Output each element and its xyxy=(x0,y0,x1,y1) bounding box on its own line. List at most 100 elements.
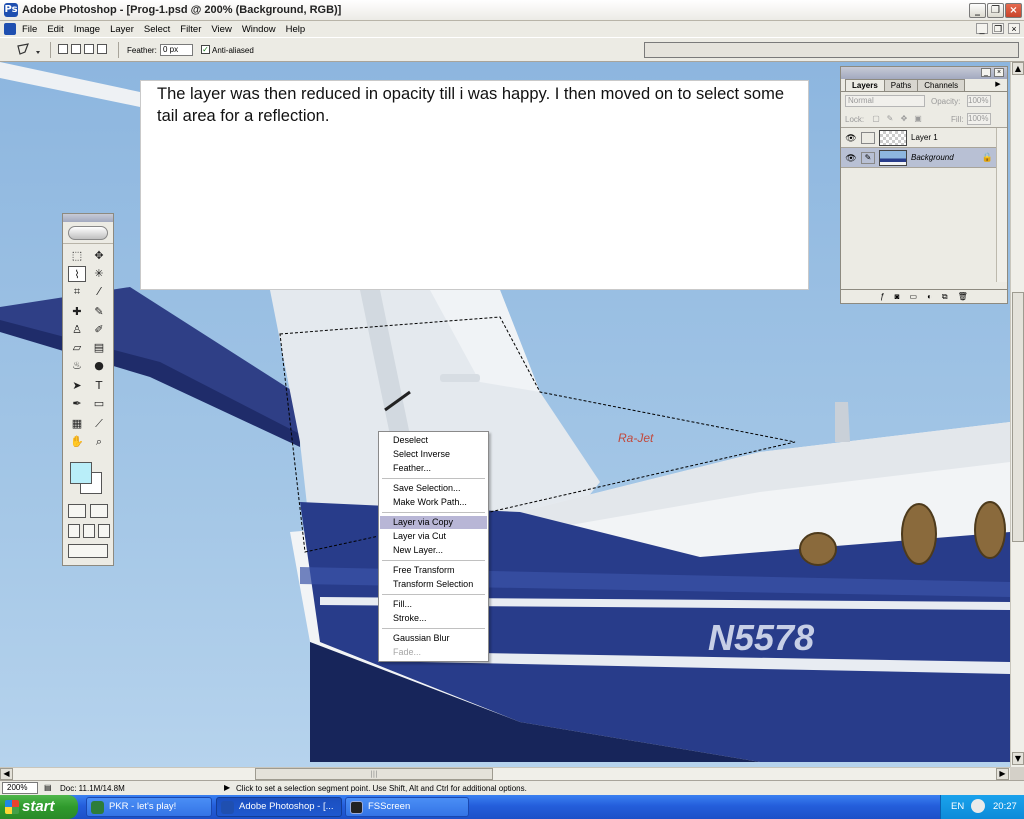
anti-aliased-checkbox[interactable]: ✓ xyxy=(201,45,210,54)
eraser-tool-icon[interactable]: ▱ xyxy=(68,340,86,356)
menu-item-feather[interactable]: Feather... xyxy=(380,462,487,475)
blur-tool-icon[interactable]: ♨ xyxy=(68,358,86,374)
crop-tool-icon[interactable]: ⌗ xyxy=(68,284,86,300)
layer-style-icon[interactable]: ƒ xyxy=(880,290,884,303)
lock-image-icon[interactable]: ✎ xyxy=(885,114,895,124)
intersect-selection-icon[interactable] xyxy=(97,44,107,54)
add-selection-icon[interactable] xyxy=(71,44,81,54)
jump-to-imageready-icon[interactable] xyxy=(68,544,108,558)
full-screen-menu-mode-icon[interactable] xyxy=(83,524,95,538)
zoom-level-input[interactable]: 200% xyxy=(2,782,38,794)
menu-item-gaussian-blur[interactable]: Gaussian Blur xyxy=(380,632,487,645)
close-icon[interactable]: × xyxy=(1005,3,1022,18)
add-mask-icon[interactable]: ◙ xyxy=(895,290,900,303)
palette-menu-arrow-icon[interactable]: ▶ xyxy=(993,80,1003,90)
menu-layer[interactable]: Layer xyxy=(110,24,134,35)
start-button[interactable]: start xyxy=(0,795,78,819)
document-info-icon[interactable]: ▤ xyxy=(44,782,54,793)
menu-item-transform-selection[interactable]: Transform Selection xyxy=(380,578,487,591)
palette-minimize-icon[interactable]: _ xyxy=(981,68,991,77)
menu-item-select-inverse[interactable]: Select Inverse xyxy=(380,448,487,461)
trash-icon[interactable]: 🗑 xyxy=(958,290,968,303)
palette-well[interactable] xyxy=(644,42,1019,58)
clone-stamp-tool-icon[interactable]: ♙ xyxy=(68,322,86,338)
menu-help[interactable]: Help xyxy=(286,24,306,35)
horizontal-scroll-thumb[interactable]: ||| xyxy=(255,768,493,780)
layers-palette-titlebar[interactable]: _ × xyxy=(841,67,1007,79)
menu-item-free-transform[interactable]: Free Transform xyxy=(380,564,487,577)
taskbar-item-photoshop[interactable]: Adobe Photoshop - [... xyxy=(216,797,342,817)
slice-tool-icon[interactable]: ⁄ xyxy=(90,284,108,300)
new-set-icon[interactable]: ▭ xyxy=(910,290,918,303)
language-indicator[interactable]: EN xyxy=(951,801,964,812)
history-brush-tool-icon[interactable]: ✐ xyxy=(90,322,108,338)
scroll-down-icon[interactable]: ▼ xyxy=(1012,752,1024,765)
minimize-icon[interactable]: _ xyxy=(969,3,986,18)
scroll-up-icon[interactable]: ▲ xyxy=(1012,62,1024,75)
full-screen-mode-icon[interactable] xyxy=(98,524,110,538)
gradient-tool-icon[interactable]: ▤ xyxy=(90,340,108,356)
new-layer-icon[interactable]: ⧉ xyxy=(942,290,948,303)
menu-select[interactable]: Select xyxy=(144,24,170,35)
healing-brush-tool-icon[interactable]: ✚ xyxy=(68,304,86,320)
magic-wand-tool-icon[interactable]: ✳ xyxy=(90,266,108,282)
tab-channels[interactable]: Channels xyxy=(917,79,966,91)
opacity-input[interactable]: 100% xyxy=(967,95,991,107)
polygonal-lasso-preset-icon[interactable] xyxy=(14,42,42,58)
menu-edit[interactable]: Edit xyxy=(47,24,63,35)
vertical-scrollbar[interactable]: ▲ ▼ xyxy=(1010,62,1024,767)
adjustment-layer-icon[interactable]: ◐ xyxy=(927,290,932,303)
paintbrush-icon[interactable]: ✎ xyxy=(861,152,875,164)
taskbar-item-pkr[interactable]: PKR - let's play! xyxy=(86,797,212,817)
notes-tool-icon[interactable]: ▦ xyxy=(68,416,86,432)
status-menu-arrow-icon[interactable]: ▶ xyxy=(224,783,230,792)
fill-input[interactable]: 100% xyxy=(967,113,991,125)
menu-view[interactable]: View xyxy=(211,24,231,35)
vertical-scroll-thumb[interactable] xyxy=(1012,292,1024,542)
doc-minimize-icon[interactable]: _ xyxy=(976,23,988,34)
hand-tool-icon[interactable]: ✋ xyxy=(68,434,86,450)
marquee-tool-icon[interactable]: ⬚ xyxy=(68,248,86,264)
menu-item-save-selection[interactable]: Save Selection... xyxy=(380,482,487,495)
doc-close-icon[interactable]: × xyxy=(1008,23,1020,34)
menu-item-stroke[interactable]: Stroke... xyxy=(380,612,487,625)
maximize-icon[interactable]: ❐ xyxy=(987,3,1004,18)
foreground-color-swatch[interactable] xyxy=(70,462,92,484)
menu-item-new-layer[interactable]: New Layer... xyxy=(380,544,487,557)
menu-window[interactable]: Window xyxy=(242,24,276,35)
blend-mode-select[interactable]: Normal xyxy=(845,95,925,107)
menu-item-layer-via-copy[interactable]: Layer via Copy xyxy=(380,516,487,529)
layers-scrollbar[interactable] xyxy=(996,128,1007,282)
menu-filter[interactable]: Filter xyxy=(180,24,201,35)
quick-mask-mode-icon[interactable] xyxy=(90,504,108,518)
layer-link-icon[interactable] xyxy=(861,132,875,144)
lock-transparency-icon[interactable]: ▢ xyxy=(871,114,881,124)
zoom-tool-icon[interactable]: ⌕ xyxy=(90,434,108,450)
standard-screen-mode-icon[interactable] xyxy=(68,524,80,538)
photoshop-app-icon[interactable]: Ps xyxy=(4,3,18,17)
horizontal-scrollbar[interactable]: ◀ ||| ▶ xyxy=(0,767,1010,780)
scroll-left-icon[interactable]: ◀ xyxy=(0,768,13,780)
visibility-eye-icon[interactable]: 👁 xyxy=(845,132,857,144)
path-selection-tool-icon[interactable]: ➤ xyxy=(68,378,86,394)
lock-all-icon[interactable]: ▣ xyxy=(913,114,923,124)
menu-item-fill[interactable]: Fill... xyxy=(380,598,487,611)
visibility-eye-icon[interactable]: 👁 xyxy=(845,152,857,164)
new-selection-icon[interactable] xyxy=(58,44,68,54)
rectangle-tool-icon[interactable]: ▭ xyxy=(90,396,108,412)
taskbar-item-fsscreen[interactable]: FSScreen xyxy=(345,797,469,817)
type-tool-icon[interactable]: T xyxy=(90,378,108,394)
pen-tool-icon[interactable]: ✒ xyxy=(68,396,86,412)
menu-file[interactable]: File xyxy=(22,24,37,35)
adobe-online-icon[interactable] xyxy=(63,222,113,244)
tool-palette-titlebar[interactable] xyxy=(63,214,113,222)
scroll-right-icon[interactable]: ▶ xyxy=(996,768,1009,780)
document-icon[interactable] xyxy=(4,23,16,35)
menu-item-deselect[interactable]: Deselect xyxy=(380,434,487,447)
layer-row[interactable]: 👁 ✎ Background 🔒 xyxy=(841,148,997,168)
move-tool-icon[interactable]: ✥ xyxy=(90,248,108,264)
menu-item-layer-via-cut[interactable]: Layer via Cut xyxy=(380,530,487,543)
brush-tool-icon[interactable]: ✎ xyxy=(90,304,108,320)
doc-restore-icon[interactable]: ❐ xyxy=(992,23,1004,34)
subtract-selection-icon[interactable] xyxy=(84,44,94,54)
